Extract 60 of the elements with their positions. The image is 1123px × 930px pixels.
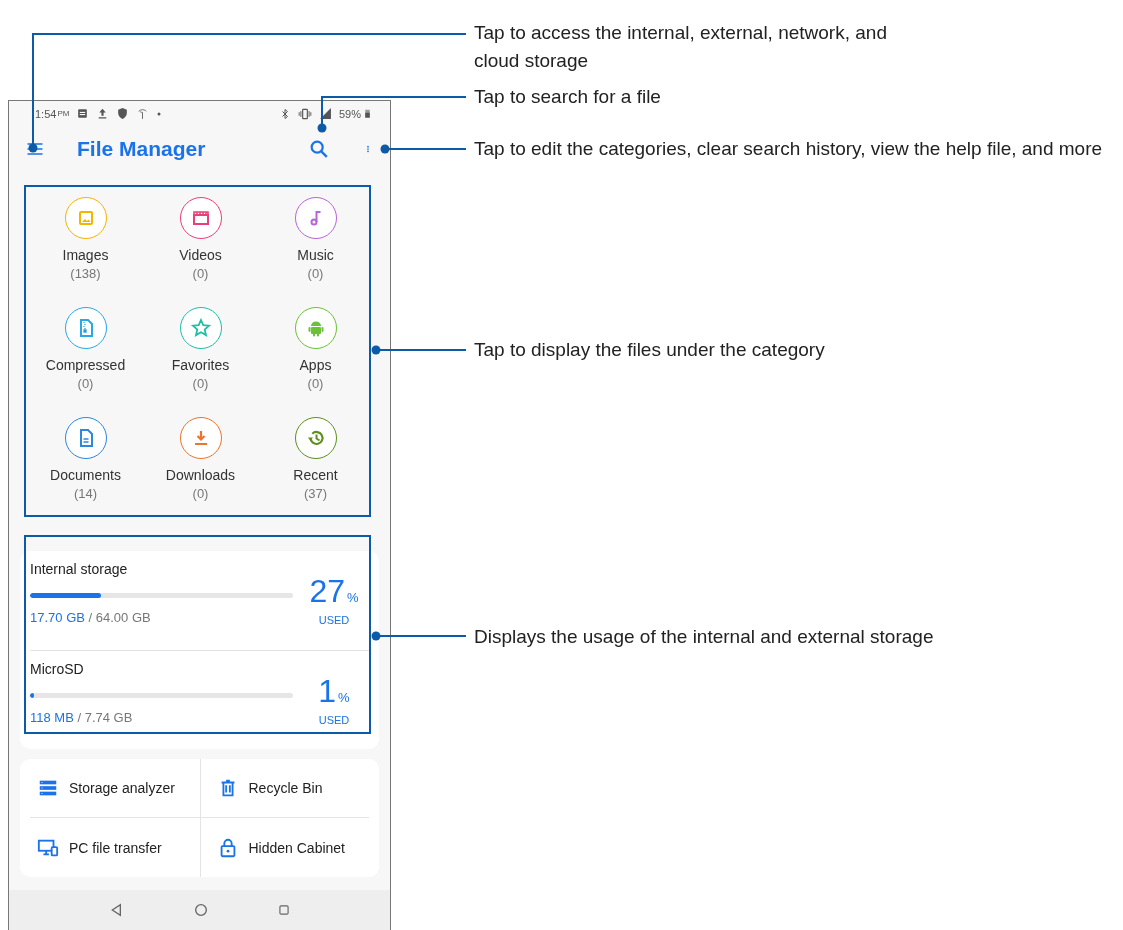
clock-text: 1:54 <box>35 107 57 120</box>
callout-text: Tap to display the files under the category <box>474 338 825 362</box>
category-count: (0) <box>192 266 209 281</box>
tool-label: Recycle Bin <box>248 780 323 796</box>
notification-icon <box>76 107 90 120</box>
tool-label: Hidden Cabinet <box>248 839 345 856</box>
signal-icon <box>318 107 332 120</box>
category-label: Favorites <box>171 357 230 373</box>
usage-percent: 27% <box>309 573 359 610</box>
tool-label: PC file transfer <box>69 839 162 856</box>
tool-item[interactable]: Recycle Bin <box>199 759 369 818</box>
category-count: (0) <box>307 266 324 281</box>
category-count: (14) <box>73 486 98 501</box>
dot-icon <box>156 110 163 117</box>
category-count: (37) <box>303 486 328 501</box>
category-count: (0) <box>77 376 94 391</box>
used-label: USED <box>318 614 350 626</box>
category-count: (0) <box>192 486 209 501</box>
storage-size-text: 17.70 GB / 64.00 GB <box>30 610 152 625</box>
app-title: File Manager <box>77 136 206 161</box>
category-item[interactable]: Videos (0) <box>143 197 258 307</box>
category-count: (0) <box>192 376 209 391</box>
tool-item[interactable]: Storage analyzer <box>30 759 200 818</box>
category-item[interactable]: Apps (0) <box>258 307 373 417</box>
category-label: Videos <box>179 247 222 263</box>
callout-text: Tap to access the internal, external, network, and cloud storage <box>474 21 888 73</box>
category-label: Apps <box>299 357 332 373</box>
category-item[interactable]: Documents (14) <box>28 417 143 527</box>
category-label: Recent <box>293 467 338 483</box>
category-label: Music <box>297 247 334 263</box>
category-label: Documents <box>50 467 121 483</box>
category-item[interactable]: Music (0) <box>258 197 373 307</box>
battery-icon <box>363 107 372 120</box>
category-count: (0) <box>307 376 324 391</box>
battery-text: 59% <box>338 107 361 120</box>
category-item[interactable]: Recent (37) <box>258 417 373 527</box>
callout-text: Tap to edit the categories, clear search history, view the help file, and more <box>474 137 1104 161</box>
home-icon[interactable] <box>192 902 209 918</box>
category-item[interactable]: Images (138) <box>28 197 143 307</box>
callout-text: Displays the usage of the internal and external storage <box>474 625 934 649</box>
storage-name: Internal storage <box>30 561 129 577</box>
category-label: Images <box>62 247 109 263</box>
category-item[interactable]: Downloads (0) <box>143 417 258 527</box>
vibrate-icon <box>297 106 312 121</box>
tool-label: Storage analyzer <box>69 780 175 796</box>
used-label: USED <box>318 714 350 726</box>
category-item[interactable]: Compressed (0) <box>28 307 143 417</box>
tool-item[interactable]: Hidden Cabinet <box>199 818 369 877</box>
category-label: Compressed <box>45 357 126 373</box>
storage-size-text: 118 MB / 7.74 GB <box>30 710 134 725</box>
shield-icon <box>116 107 130 120</box>
category-label: Downloads <box>165 467 236 483</box>
category-count: (138) <box>70 266 101 281</box>
recents-icon[interactable] <box>276 903 291 917</box>
storage-name: MicroSD <box>30 661 85 677</box>
tool-item[interactable]: PC file transfer <box>30 818 200 877</box>
usage-percent: 1% <box>318 673 350 710</box>
ampm-text: PM <box>57 109 70 118</box>
callout-text: Tap to search for a file <box>474 85 661 109</box>
category-item[interactable]: Favorites (0) <box>143 307 258 417</box>
